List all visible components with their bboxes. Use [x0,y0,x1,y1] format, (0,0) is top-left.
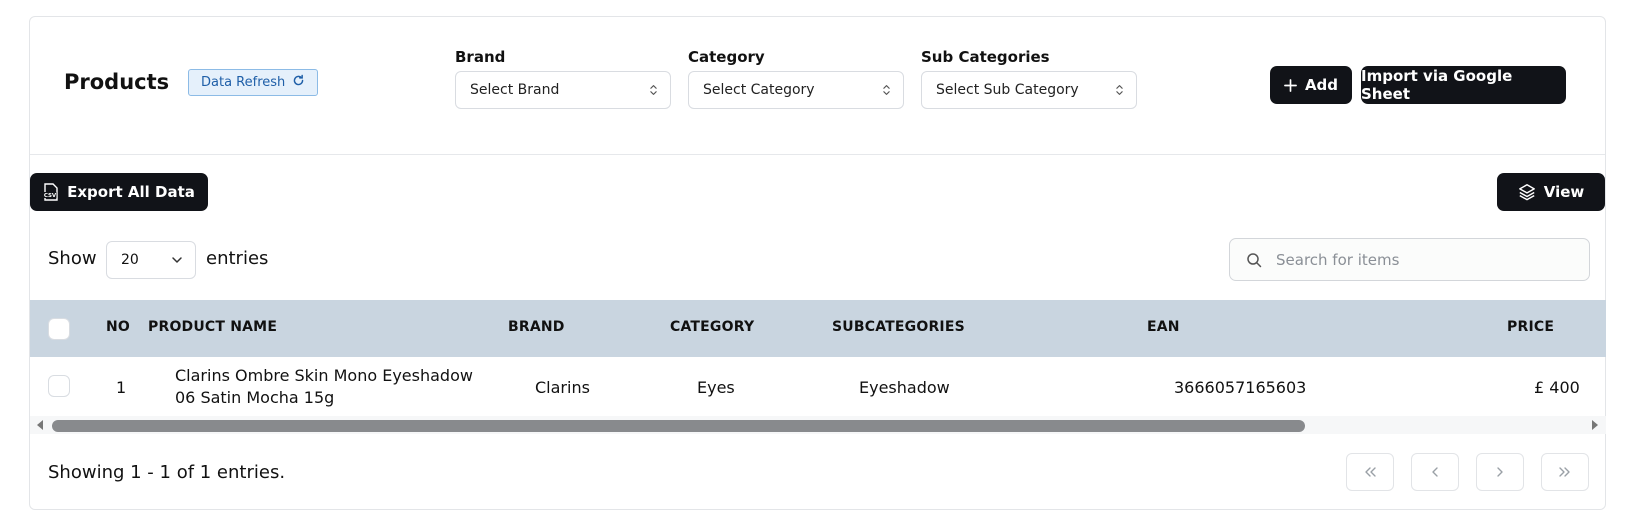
row-price: £ 400 [1534,378,1580,397]
csv-file-icon: CSV [43,183,58,201]
chevron-updown-icon [650,85,657,95]
scrollbar-thumb[interactable] [52,420,1305,432]
chevron-left-icon [1432,467,1438,477]
scroll-right-arrow-icon[interactable] [1590,419,1600,431]
select-all-checkbox[interactable] [48,318,70,340]
header-divider [30,154,1605,155]
subcategory-filter-label: Sub Categories [921,48,1050,66]
search-icon [1247,252,1262,267]
export-all-data-button[interactable]: CSV Export All Data [30,173,208,211]
category-filter-label: Category [688,48,765,66]
row-product-name-line1: Clarins Ombre Skin Mono Eyeshadow [175,366,473,385]
search-input[interactable] [1276,250,1566,269]
page-title: Products [64,70,170,94]
row-brand: Clarins [535,378,590,397]
column-header-subcategories[interactable]: SUBCATEGORIES [832,319,965,335]
first-page-button[interactable] [1346,453,1394,491]
plus-icon [1284,78,1297,92]
column-header-no[interactable]: NO [106,319,130,335]
entries-per-page-value: 20 [121,252,139,268]
category-select[interactable]: Select Category [688,71,904,109]
chevron-updown-icon [1116,85,1123,95]
chevrons-right-icon [1559,467,1570,477]
column-header-price[interactable]: PRICE [1507,319,1554,335]
refresh-icon [292,74,305,91]
chevron-right-icon [1497,467,1503,477]
row-category: Eyes [697,378,735,397]
entries-per-page-select[interactable]: 20 [106,241,196,279]
brand-select-value: Select Brand [470,82,560,98]
scroll-left-arrow-icon[interactable] [35,419,45,431]
row-subcategory: Eyeshadow [859,378,950,397]
previous-page-button[interactable] [1411,453,1459,491]
csv-icon-text: CSV [44,193,57,199]
next-page-button[interactable] [1476,453,1524,491]
add-button[interactable]: Add [1270,66,1352,104]
import-google-sheet-button[interactable]: Import via Google Sheet [1361,66,1566,104]
showing-entries-text: Showing 1 - 1 of 1 entries. [48,462,286,483]
entries-label: entries [206,248,269,269]
chevron-updown-icon [883,85,890,95]
column-header-brand[interactable]: BRAND [508,319,565,335]
data-refresh-label: Data Refresh [201,75,286,90]
last-page-button[interactable] [1541,453,1589,491]
chevrons-left-icon [1365,467,1376,477]
chevron-down-icon [172,257,182,263]
subcategory-select-value: Select Sub Category [936,82,1079,98]
row-ean: 3666057165603 [1174,378,1307,397]
brand-filter-label: Brand [455,48,506,66]
search-box [1229,238,1590,281]
column-header-category[interactable]: CATEGORY [670,319,754,335]
column-header-product-name[interactable]: PRODUCT NAME [148,319,277,335]
show-label: Show [48,248,97,269]
view-button[interactable]: View [1497,173,1605,211]
category-select-value: Select Category [703,82,815,98]
data-refresh-button[interactable]: Data Refresh [188,69,319,96]
brand-select[interactable]: Select Brand [455,71,671,109]
layers-icon [1518,184,1535,201]
export-button-label: Export All Data [67,183,195,201]
column-header-ean[interactable]: EAN [1147,319,1180,335]
row-product-name-line2: 06 Satin Mocha 15g [175,388,335,407]
row-checkbox[interactable] [48,375,70,397]
import-button-label: Import via Google Sheet [1361,67,1513,103]
view-button-label: View [1543,183,1585,201]
row-no: 1 [116,378,127,397]
add-button-label: Add [1304,76,1339,94]
subcategory-select[interactable]: Select Sub Category [921,71,1137,109]
